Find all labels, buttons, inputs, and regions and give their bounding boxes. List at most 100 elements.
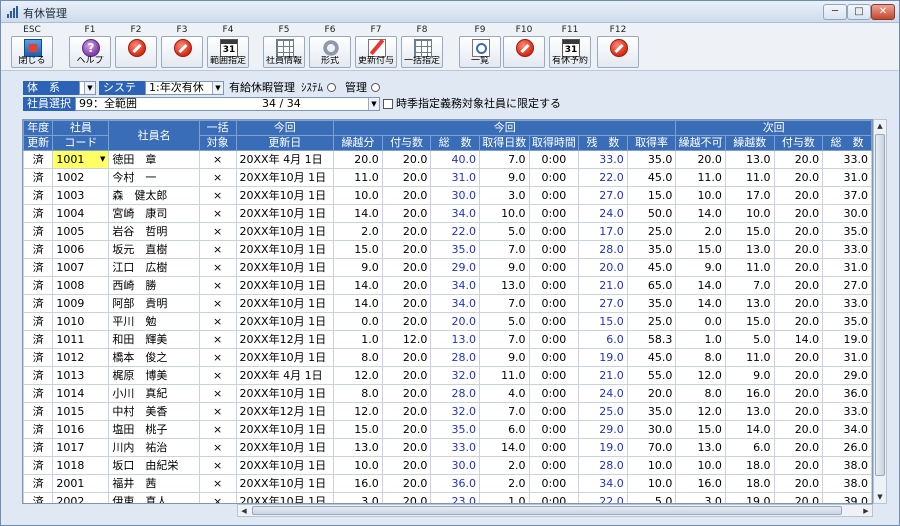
limit-checkbox[interactable]	[383, 99, 393, 109]
cell-emp-code[interactable]: 1004	[52, 204, 110, 223]
cell-date[interactable]: 20XX年10月 1日	[235, 240, 335, 259]
cell-next-carry[interactable]: 18.0	[724, 456, 775, 475]
cell-next-carry[interactable]: 11.0	[724, 348, 775, 367]
cell-status[interactable]: 済	[23, 222, 54, 241]
cell-remain[interactable]: 24.0	[578, 204, 628, 223]
cell-rate[interactable]: 50.0	[626, 204, 677, 223]
cell-next-nocarry[interactable]: 14.0	[675, 204, 726, 223]
cell-name[interactable]: 岩谷 哲明	[108, 222, 200, 241]
cell-bulk[interactable]: ×	[198, 366, 237, 385]
cell-next-carry[interactable]: 13.0	[724, 150, 775, 169]
cell-grant[interactable]: 20.0	[381, 186, 432, 205]
table-row[interactable]: 済 1017 川内 祐治 × 20XX年10月 1日 13.0 20.0 33.0 14.0 0:…	[23, 438, 872, 457]
cell-next-grant[interactable]: 20.0	[773, 240, 824, 259]
cell-next-carry[interactable]: 18.0	[724, 474, 775, 493]
cell-rate[interactable]: 65.0	[626, 276, 677, 295]
cell-total[interactable]: 34.0	[430, 276, 480, 295]
cell-grant[interactable]: 20.0	[381, 258, 432, 277]
radio-manage[interactable]: 管理	[345, 81, 380, 95]
cell-status[interactable]: 済	[23, 402, 54, 421]
cell-next-nocarry[interactable]: 20.0	[675, 150, 726, 169]
cell-rate[interactable]: 35.0	[626, 294, 677, 313]
cell-status[interactable]: 済	[23, 456, 54, 475]
cell-total[interactable]: 28.0	[430, 348, 480, 367]
cell-next-carry[interactable]: 10.0	[724, 204, 775, 223]
cell-next-total[interactable]: 38.0	[822, 474, 872, 493]
cell-rate[interactable]: 45.0	[626, 348, 677, 367]
employee-select[interactable]: 99：全範囲 34 / 34 ▼	[75, 97, 380, 111]
cell-remain[interactable]: 25.0	[578, 402, 628, 421]
cell-grant[interactable]: 20.0	[381, 222, 432, 241]
cell-remain[interactable]: 34.0	[578, 474, 628, 493]
cell-bulk[interactable]: ×	[198, 258, 237, 277]
fkey-f4-button[interactable]: 31 範囲指定	[207, 36, 249, 68]
cell-grant[interactable]: 20.0	[381, 492, 432, 503]
cell-bulk[interactable]: ×	[198, 384, 237, 403]
fkey-f12-button[interactable]	[597, 36, 639, 68]
cell-remain[interactable]: 22.0	[578, 492, 628, 503]
cell-emp-code[interactable]: 1009	[52, 294, 110, 313]
cell-carry[interactable]: 14.0	[333, 294, 383, 313]
cell-rate[interactable]: 30.0	[626, 420, 677, 439]
scroll-right-icon[interactable]: ▶	[860, 505, 872, 517]
table-row[interactable]: 済 1011 和田 輝美 × 20XX年12月 1日 1.0 12.0 13.0 7.0 0:00…	[23, 330, 872, 349]
cell-rate[interactable]: 20.0	[626, 384, 677, 403]
cell-date[interactable]: 20XX年10月 1日	[235, 168, 335, 187]
cell-date[interactable]: 20XX年10月 1日	[235, 492, 335, 503]
vertical-scrollbar[interactable]: ▲ ▼	[873, 119, 887, 504]
cell-hours[interactable]: 0:00	[528, 330, 580, 349]
cell-emp-code[interactable]: 1012	[52, 348, 110, 367]
cell-bulk[interactable]: ×	[198, 456, 237, 475]
cell-hours[interactable]: 0:00	[528, 312, 580, 331]
cell-next-grant[interactable]: 20.0	[773, 186, 824, 205]
cell-emp-code[interactable]: 1017	[52, 438, 110, 457]
cell-next-total[interactable]: 33.0	[822, 150, 872, 169]
cell-status[interactable]: 済	[23, 150, 54, 169]
cell-name[interactable]: 小川 真紀	[108, 384, 200, 403]
cell-next-nocarry[interactable]: 3.0	[675, 492, 726, 503]
cell-name[interactable]: 阿部 貴明	[108, 294, 200, 313]
cell-days[interactable]: 5.0	[479, 222, 530, 241]
cell-name[interactable]: 和田 輝美	[108, 330, 200, 349]
fkey-f10-button[interactable]	[503, 36, 545, 68]
cell-hours[interactable]: 0:00	[528, 204, 580, 223]
cell-status[interactable]: 済	[23, 240, 54, 259]
cell-rate[interactable]: 15.0	[626, 186, 677, 205]
cell-rate[interactable]: 58.3	[626, 330, 677, 349]
cell-carry[interactable]: 14.0	[333, 204, 383, 223]
radio-system-circle[interactable]	[326, 83, 336, 92]
cell-total[interactable]: 22.0	[430, 222, 480, 241]
cell-grant[interactable]: 20.0	[381, 402, 432, 421]
cell-remain[interactable]: 6.0	[578, 330, 628, 349]
cell-carry[interactable]: 13.0	[333, 438, 383, 457]
table-row[interactable]: 済 2001 福井 茜 × 20XX年10月 1日 16.0 20.0 36.0 2.0 0:00…	[23, 474, 872, 493]
cell-name[interactable]: 西崎 勝	[108, 276, 200, 295]
cell-next-total[interactable]: 31.0	[822, 348, 872, 367]
cell-remain[interactable]: 28.0	[578, 240, 628, 259]
cell-emp-code[interactable]: 2002	[52, 492, 110, 503]
cell-name[interactable]: 平川 勉	[108, 312, 200, 331]
cell-name[interactable]: 中村 美香	[108, 402, 200, 421]
cell-hours[interactable]: 0:00	[528, 240, 580, 259]
cell-remain[interactable]: 15.0	[578, 312, 628, 331]
cell-next-carry[interactable]: 13.0	[724, 402, 775, 421]
cell-emp-code[interactable]: 1008	[52, 276, 110, 295]
cell-next-grant[interactable]: 20.0	[773, 168, 824, 187]
cell-status[interactable]: 済	[23, 294, 54, 313]
cell-hours[interactable]: 0:00	[528, 150, 580, 169]
cell-status[interactable]: 済	[23, 474, 54, 493]
cell-days[interactable]: 1.0	[479, 492, 530, 503]
cell-remain[interactable]: 33.0	[578, 150, 628, 169]
cell-date[interactable]: 20XX年12月 1日	[235, 402, 335, 421]
cell-bulk[interactable]: ×	[198, 204, 237, 223]
cell-next-carry[interactable]: 13.0	[724, 240, 775, 259]
scroll-left-icon[interactable]: ◀	[238, 505, 250, 517]
table-row[interactable]: 済 1006 坂元 直樹 × 20XX年10月 1日 15.0 20.0 35.0 7.0 0:0…	[23, 240, 872, 259]
cell-carry[interactable]: 15.0	[333, 420, 383, 439]
cell-hours[interactable]: 0:00	[528, 384, 580, 403]
cell-carry[interactable]: 14.0	[333, 276, 383, 295]
cell-total[interactable]: 20.0	[430, 312, 480, 331]
cell-next-carry[interactable]: 7.0	[724, 276, 775, 295]
cell-next-nocarry[interactable]: 14.0	[675, 276, 726, 295]
cell-next-total[interactable]: 26.0	[822, 438, 872, 457]
